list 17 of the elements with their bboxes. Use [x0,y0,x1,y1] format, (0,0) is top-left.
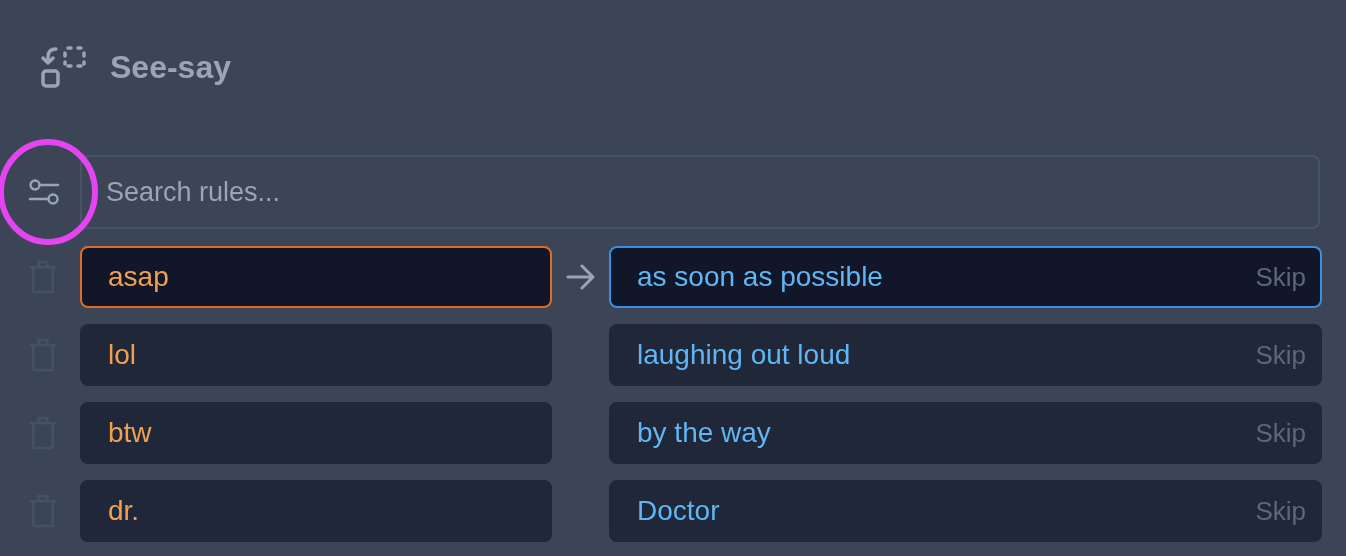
expansion-text: by the way [637,417,771,449]
abbreviation-field[interactable]: dr. [80,480,552,542]
expansion-field[interactable]: as soon as possible Skip [609,246,1322,308]
settings-icon[interactable] [28,178,60,206]
arrow-icon [565,264,596,290]
abbreviation-field[interactable]: asap [80,246,552,308]
expansion-field[interactable]: Doctor Skip [609,480,1322,542]
expansion-text: Doctor [637,495,720,527]
abbreviation-field[interactable]: lol [80,324,552,386]
expansion-text: laughing out loud [637,339,851,371]
app-title: See-say [110,48,231,86]
swap-icon [40,45,86,89]
abbreviation-field[interactable]: btw [80,402,552,464]
expansion-field[interactable]: by the way Skip [609,402,1322,464]
expansion-field[interactable]: laughing out loud Skip [609,324,1322,386]
expansion-text: as soon as possible [637,261,883,293]
search-field[interactable]: Search rules... [80,155,1320,229]
